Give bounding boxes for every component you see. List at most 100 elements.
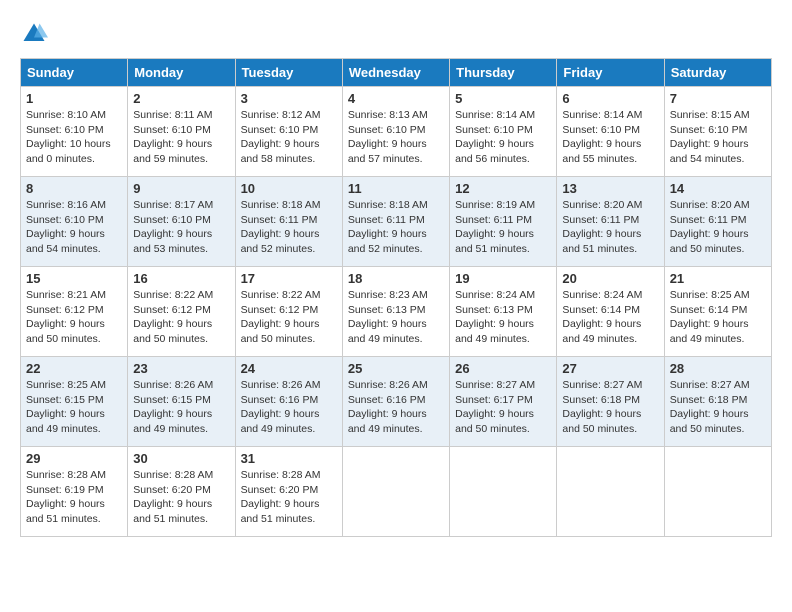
calendar-week-row: 15 Sunrise: 8:21 AMSunset: 6:12 PMDaylig…	[21, 267, 772, 357]
calendar-week-row: 29 Sunrise: 8:28 AMSunset: 6:19 PMDaylig…	[21, 447, 772, 537]
calendar-cell: 26 Sunrise: 8:27 AMSunset: 6:17 PMDaylig…	[450, 357, 557, 447]
calendar-cell: 25 Sunrise: 8:26 AMSunset: 6:16 PMDaylig…	[342, 357, 449, 447]
calendar-cell: 2 Sunrise: 8:11 AMSunset: 6:10 PMDayligh…	[128, 87, 235, 177]
calendar-cell: 5 Sunrise: 8:14 AMSunset: 6:10 PMDayligh…	[450, 87, 557, 177]
day-info: Sunrise: 8:12 AMSunset: 6:10 PMDaylight:…	[241, 108, 337, 167]
calendar-day-header: Wednesday	[342, 59, 449, 87]
day-info: Sunrise: 8:15 AMSunset: 6:10 PMDaylight:…	[670, 108, 766, 167]
day-info: Sunrise: 8:28 AMSunset: 6:20 PMDaylight:…	[133, 468, 229, 527]
calendar-cell: 16 Sunrise: 8:22 AMSunset: 6:12 PMDaylig…	[128, 267, 235, 357]
calendar-cell	[450, 447, 557, 537]
day-info: Sunrise: 8:25 AMSunset: 6:15 PMDaylight:…	[26, 378, 122, 437]
calendar-cell: 31 Sunrise: 8:28 AMSunset: 6:20 PMDaylig…	[235, 447, 342, 537]
day-number: 5	[455, 91, 551, 106]
calendar-day-header: Monday	[128, 59, 235, 87]
calendar-cell	[664, 447, 771, 537]
day-number: 23	[133, 361, 229, 376]
calendar-cell: 10 Sunrise: 8:18 AMSunset: 6:11 PMDaylig…	[235, 177, 342, 267]
day-number: 14	[670, 181, 766, 196]
day-number: 26	[455, 361, 551, 376]
day-number: 6	[562, 91, 658, 106]
calendar-day-header: Friday	[557, 59, 664, 87]
day-number: 8	[26, 181, 122, 196]
day-number: 7	[670, 91, 766, 106]
day-number: 29	[26, 451, 122, 466]
day-info: Sunrise: 8:24 AMSunset: 6:13 PMDaylight:…	[455, 288, 551, 347]
day-info: Sunrise: 8:24 AMSunset: 6:14 PMDaylight:…	[562, 288, 658, 347]
calendar-cell: 22 Sunrise: 8:25 AMSunset: 6:15 PMDaylig…	[21, 357, 128, 447]
day-number: 31	[241, 451, 337, 466]
page-header	[20, 20, 772, 48]
day-info: Sunrise: 8:18 AMSunset: 6:11 PMDaylight:…	[241, 198, 337, 257]
day-number: 15	[26, 271, 122, 286]
calendar-week-row: 22 Sunrise: 8:25 AMSunset: 6:15 PMDaylig…	[21, 357, 772, 447]
calendar-header-row: SundayMondayTuesdayWednesdayThursdayFrid…	[21, 59, 772, 87]
calendar-week-row: 8 Sunrise: 8:16 AMSunset: 6:10 PMDayligh…	[21, 177, 772, 267]
day-number: 21	[670, 271, 766, 286]
day-info: Sunrise: 8:16 AMSunset: 6:10 PMDaylight:…	[26, 198, 122, 257]
day-number: 25	[348, 361, 444, 376]
calendar-day-header: Sunday	[21, 59, 128, 87]
day-number: 27	[562, 361, 658, 376]
day-number: 2	[133, 91, 229, 106]
calendar-cell: 18 Sunrise: 8:23 AMSunset: 6:13 PMDaylig…	[342, 267, 449, 357]
day-info: Sunrise: 8:11 AMSunset: 6:10 PMDaylight:…	[133, 108, 229, 167]
day-number: 4	[348, 91, 444, 106]
day-info: Sunrise: 8:26 AMSunset: 6:15 PMDaylight:…	[133, 378, 229, 437]
day-info: Sunrise: 8:28 AMSunset: 6:20 PMDaylight:…	[241, 468, 337, 527]
calendar-cell: 30 Sunrise: 8:28 AMSunset: 6:20 PMDaylig…	[128, 447, 235, 537]
calendar-cell: 19 Sunrise: 8:24 AMSunset: 6:13 PMDaylig…	[450, 267, 557, 357]
calendar-cell: 24 Sunrise: 8:26 AMSunset: 6:16 PMDaylig…	[235, 357, 342, 447]
day-info: Sunrise: 8:28 AMSunset: 6:19 PMDaylight:…	[26, 468, 122, 527]
calendar-cell	[557, 447, 664, 537]
calendar-cell: 1 Sunrise: 8:10 AMSunset: 6:10 PMDayligh…	[21, 87, 128, 177]
calendar-cell: 9 Sunrise: 8:17 AMSunset: 6:10 PMDayligh…	[128, 177, 235, 267]
calendar-cell: 20 Sunrise: 8:24 AMSunset: 6:14 PMDaylig…	[557, 267, 664, 357]
day-number: 13	[562, 181, 658, 196]
calendar-cell: 23 Sunrise: 8:26 AMSunset: 6:15 PMDaylig…	[128, 357, 235, 447]
day-number: 28	[670, 361, 766, 376]
day-info: Sunrise: 8:13 AMSunset: 6:10 PMDaylight:…	[348, 108, 444, 167]
day-info: Sunrise: 8:22 AMSunset: 6:12 PMDaylight:…	[241, 288, 337, 347]
day-number: 19	[455, 271, 551, 286]
logo	[20, 20, 52, 48]
calendar-day-header: Saturday	[664, 59, 771, 87]
calendar-cell: 27 Sunrise: 8:27 AMSunset: 6:18 PMDaylig…	[557, 357, 664, 447]
day-info: Sunrise: 8:14 AMSunset: 6:10 PMDaylight:…	[562, 108, 658, 167]
day-number: 22	[26, 361, 122, 376]
calendar-day-header: Thursday	[450, 59, 557, 87]
day-info: Sunrise: 8:10 AMSunset: 6:10 PMDaylight:…	[26, 108, 122, 167]
calendar-cell: 13 Sunrise: 8:20 AMSunset: 6:11 PMDaylig…	[557, 177, 664, 267]
calendar-cell: 28 Sunrise: 8:27 AMSunset: 6:18 PMDaylig…	[664, 357, 771, 447]
day-info: Sunrise: 8:23 AMSunset: 6:13 PMDaylight:…	[348, 288, 444, 347]
day-info: Sunrise: 8:18 AMSunset: 6:11 PMDaylight:…	[348, 198, 444, 257]
calendar-cell: 21 Sunrise: 8:25 AMSunset: 6:14 PMDaylig…	[664, 267, 771, 357]
day-number: 10	[241, 181, 337, 196]
calendar-cell: 3 Sunrise: 8:12 AMSunset: 6:10 PMDayligh…	[235, 87, 342, 177]
day-number: 24	[241, 361, 337, 376]
day-info: Sunrise: 8:22 AMSunset: 6:12 PMDaylight:…	[133, 288, 229, 347]
day-info: Sunrise: 8:14 AMSunset: 6:10 PMDaylight:…	[455, 108, 551, 167]
day-number: 16	[133, 271, 229, 286]
day-number: 1	[26, 91, 122, 106]
day-info: Sunrise: 8:20 AMSunset: 6:11 PMDaylight:…	[562, 198, 658, 257]
day-info: Sunrise: 8:26 AMSunset: 6:16 PMDaylight:…	[241, 378, 337, 437]
day-info: Sunrise: 8:21 AMSunset: 6:12 PMDaylight:…	[26, 288, 122, 347]
day-number: 30	[133, 451, 229, 466]
calendar-cell: 29 Sunrise: 8:28 AMSunset: 6:19 PMDaylig…	[21, 447, 128, 537]
day-number: 18	[348, 271, 444, 286]
day-number: 9	[133, 181, 229, 196]
day-info: Sunrise: 8:19 AMSunset: 6:11 PMDaylight:…	[455, 198, 551, 257]
calendar-cell: 8 Sunrise: 8:16 AMSunset: 6:10 PMDayligh…	[21, 177, 128, 267]
day-number: 12	[455, 181, 551, 196]
calendar-week-row: 1 Sunrise: 8:10 AMSunset: 6:10 PMDayligh…	[21, 87, 772, 177]
calendar-cell: 4 Sunrise: 8:13 AMSunset: 6:10 PMDayligh…	[342, 87, 449, 177]
calendar-cell: 6 Sunrise: 8:14 AMSunset: 6:10 PMDayligh…	[557, 87, 664, 177]
day-info: Sunrise: 8:27 AMSunset: 6:18 PMDaylight:…	[670, 378, 766, 437]
calendar-cell: 11 Sunrise: 8:18 AMSunset: 6:11 PMDaylig…	[342, 177, 449, 267]
day-info: Sunrise: 8:26 AMSunset: 6:16 PMDaylight:…	[348, 378, 444, 437]
calendar-cell: 15 Sunrise: 8:21 AMSunset: 6:12 PMDaylig…	[21, 267, 128, 357]
day-info: Sunrise: 8:20 AMSunset: 6:11 PMDaylight:…	[670, 198, 766, 257]
day-info: Sunrise: 8:27 AMSunset: 6:17 PMDaylight:…	[455, 378, 551, 437]
calendar-cell: 17 Sunrise: 8:22 AMSunset: 6:12 PMDaylig…	[235, 267, 342, 357]
